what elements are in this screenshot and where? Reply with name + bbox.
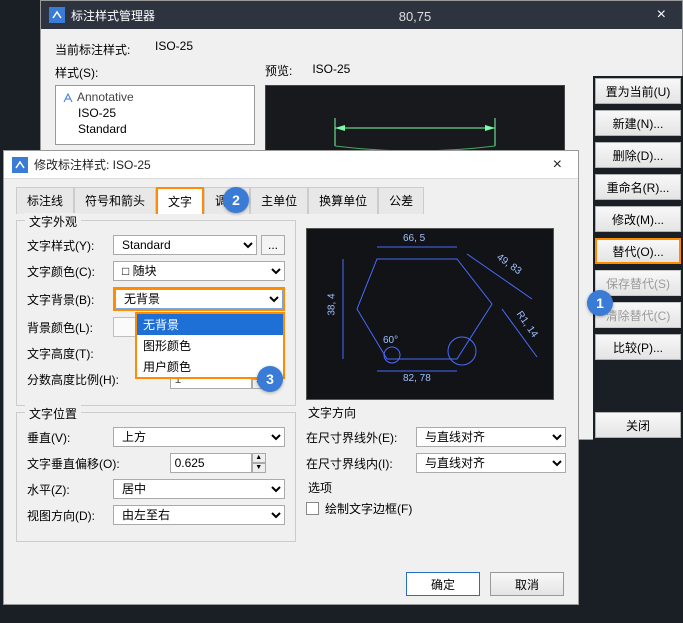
offset-label: 文字垂直偏移(O): [27, 455, 137, 472]
app-icon [49, 7, 65, 23]
badge-1: 1 [587, 290, 613, 316]
cancel-button[interactable]: 取消 [490, 572, 564, 596]
ok-button[interactable]: 确定 [406, 572, 480, 596]
tab-tol[interactable]: 公差 [378, 187, 424, 214]
outside-select[interactable]: 与直线对齐 [416, 427, 566, 447]
bg-option-drawing[interactable]: 图形颜色 [137, 335, 283, 356]
styles-listbox[interactable]: Annotative ISO-25 Standard [55, 85, 255, 145]
manager-titlebar: 标注样式管理器 × [41, 1, 682, 29]
preview-dim-ang: 60° [383, 335, 398, 346]
modify-title: 修改标注样式: ISO-25 [34, 156, 151, 173]
outside-label: 在尺寸界线外(E): [306, 429, 416, 446]
modify-preview-pane: 66, 5 38, 4 49, 83 R1, 14 82, 78 60° [306, 228, 554, 400]
preview-dim-top: 66, 5 [403, 233, 425, 244]
text-appearance-group: 文字外观 文字样式(Y): Standard ... 文字颜色(C): □ 随块… [16, 220, 296, 406]
manager-side-buttons: 置为当前(U) 新建(N)... 删除(D)... 重命名(R)... 修改(M… [593, 76, 683, 440]
modify-tabs: 标注线 符号和箭头 文字 调整 主单位 换算单位 公差 [4, 179, 578, 214]
tab-lines[interactable]: 标注线 [16, 187, 74, 214]
text-style-browse-button[interactable]: ... [261, 235, 285, 255]
text-bg-label: 文字背景(B): [27, 291, 113, 308]
view-dir-select[interactable]: 由左至右 [113, 505, 285, 525]
set-current-button[interactable]: 置为当前(U) [595, 78, 681, 104]
frac-height-label: 分数高度比例(H): [27, 371, 137, 388]
text-appearance-title: 文字外观 [25, 213, 81, 230]
rename-button[interactable]: 重命名(R)... [595, 174, 681, 200]
draw-frame-checkbox[interactable] [306, 502, 319, 515]
horiz-select[interactable]: 居中 [113, 479, 285, 499]
preview-dim-value: 80,75 [399, 9, 432, 24]
offset-down-button[interactable]: ▼ [252, 463, 266, 473]
current-style-label: 当前标注样式: [55, 39, 155, 58]
preview-dim-btm: 82, 78 [403, 373, 431, 384]
preview-dim-left: 38, 4 [327, 293, 338, 315]
current-style-value: ISO-25 [155, 39, 193, 58]
text-style-label: 文字样式(Y): [27, 237, 113, 254]
style-item-standard[interactable]: Standard [62, 121, 248, 137]
tab-arrows[interactable]: 符号和箭头 [74, 187, 156, 214]
manager-close-button[interactable]: × [649, 6, 674, 24]
preview-label: 预览: [265, 62, 292, 81]
options-title: 选项 [308, 479, 566, 496]
inside-label: 在尺寸界线内(I): [306, 455, 416, 472]
styles-label: 样式(S): [55, 62, 155, 81]
offset-input[interactable] [170, 453, 252, 473]
vert-label: 垂直(V): [27, 429, 113, 446]
tab-primary[interactable]: 主单位 [250, 187, 308, 214]
bg-option-none[interactable]: 无背景 [137, 314, 283, 335]
style-item-iso25[interactable]: ISO-25 [62, 105, 248, 121]
text-style-select[interactable]: Standard [113, 235, 257, 255]
text-color-select[interactable]: □ 随块 [113, 261, 285, 281]
text-direction-title: 文字方向 [308, 404, 566, 421]
text-height-label: 文字高度(T): [27, 345, 113, 362]
bg-color-label: 背景颜色(L): [27, 319, 113, 336]
horiz-label: 水平(Z): [27, 481, 113, 498]
text-bg-select[interactable]: 无背景 [115, 289, 283, 309]
offset-up-button[interactable]: ▲ [252, 453, 266, 463]
badge-3: 3 [257, 366, 283, 392]
text-color-label: 文字颜色(C): [27, 263, 113, 280]
modify-close-button[interactable]: × [545, 156, 570, 174]
modify-dim-style-dialog: 修改标注样式: ISO-25 × 标注线 符号和箭头 文字 调整 主单位 换算单… [3, 150, 579, 605]
style-item-annotative[interactable]: Annotative [62, 89, 248, 105]
badge-2: 2 [223, 187, 249, 213]
compare-button[interactable]: 比较(P)... [595, 334, 681, 360]
delete-button[interactable]: 删除(D)... [595, 142, 681, 168]
modify-button[interactable]: 修改(M)... [595, 206, 681, 232]
vert-select[interactable]: 上方 [113, 427, 285, 447]
view-dir-label: 视图方向(D): [27, 507, 113, 524]
modify-titlebar: 修改标注样式: ISO-25 × [4, 151, 578, 179]
tab-alt[interactable]: 换算单位 [308, 187, 378, 214]
new-button[interactable]: 新建(N)... [595, 110, 681, 136]
inside-select[interactable]: 与直线对齐 [416, 453, 566, 473]
override-button[interactable]: 替代(O)... [595, 238, 681, 264]
close-button[interactable]: 关闭 [595, 412, 681, 438]
app-icon [12, 157, 28, 173]
text-placement-title: 文字位置 [25, 405, 81, 422]
draw-frame-label: 绘制文字边框(F) [325, 500, 412, 517]
text-placement-group: 文字位置 垂直(V): 上方 文字垂直偏移(O): ▲▼ 水平(Z): 居中 [16, 412, 296, 542]
preview-style-value: ISO-25 [312, 62, 350, 81]
manager-title: 标注样式管理器 [71, 7, 155, 24]
tab-text[interactable]: 文字 [156, 187, 204, 214]
